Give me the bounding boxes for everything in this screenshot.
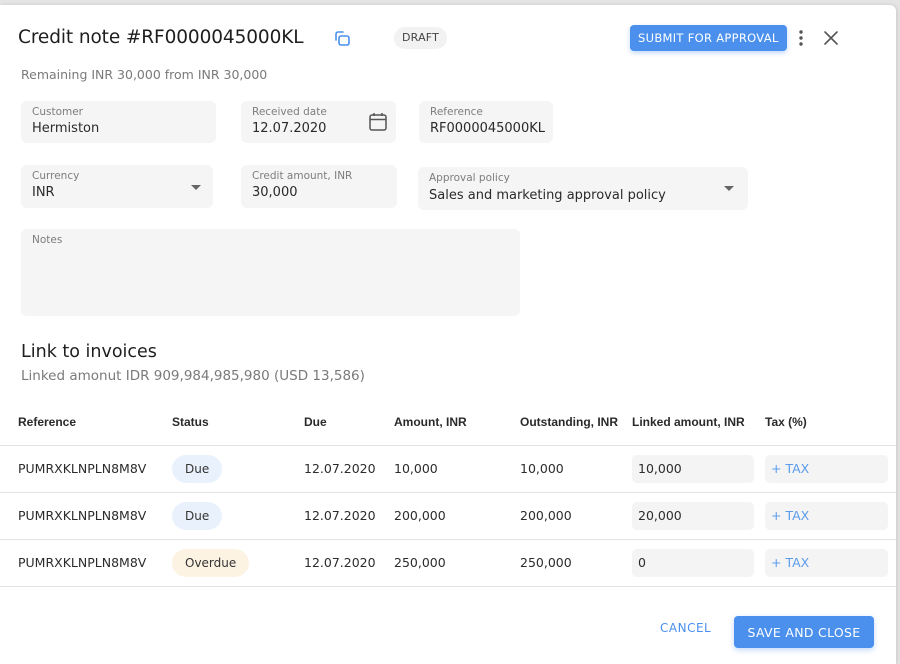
copy-icon[interactable] [332, 29, 352, 49]
column-header-due[interactable]: Due [304, 399, 394, 446]
approval-policy-label: Approval policy [429, 172, 510, 184]
credit-amount-label: Credit amount, INR [252, 170, 353, 182]
save-and-close-button[interactable]: SAVE AND CLOSE [734, 616, 874, 648]
page-title: Credit note #RF0000045000KL [18, 27, 304, 48]
reference-value: RF0000045000KL [430, 121, 545, 136]
invoice-due-date: 12.07.2020 [304, 539, 394, 587]
invoice-outstanding: 250,000 [520, 539, 632, 587]
remaining-amount-text: Remaining INR 30,000 from INR 30,000 [21, 67, 268, 82]
customer-field[interactable]: Customer Hermiston [21, 101, 216, 143]
invoice-due-date: 12.07.2020 [304, 492, 394, 540]
credit-amount-value: 30,000 [252, 185, 298, 200]
invoice-due-date: 12.07.2020 [304, 445, 394, 493]
invoice-amount: 200,000 [394, 492, 520, 540]
close-icon[interactable] [822, 29, 840, 47]
chevron-down-icon [191, 185, 201, 190]
linked-amount-text: Linked amonut IDR 909,984,985,980 (USD 1… [21, 368, 365, 384]
currency-label: Currency [32, 170, 80, 182]
invoice-reference: PUMRXKLNPLN8M8V [0, 539, 172, 587]
chevron-down-icon [724, 186, 734, 191]
approval-policy-value: Sales and marketing approval policy [429, 188, 666, 203]
column-header-linked-amount[interactable]: Linked amount, INR [632, 399, 765, 446]
link-to-invoices-heading: Link to invoices [21, 342, 157, 362]
currency-select[interactable]: Currency INR [21, 165, 213, 208]
invoice-amount: 10,000 [394, 445, 520, 493]
add-tax-button[interactable]: + TAX [765, 548, 888, 577]
linked-amount-input[interactable]: 10,000 [632, 454, 754, 483]
table-row[interactable]: PUMRXKLNPLN8M8V Due 12.07.2020 10,000 10… [0, 445, 896, 493]
customer-label: Customer [32, 106, 84, 118]
currency-value: INR [32, 185, 55, 200]
column-header-amount[interactable]: Amount, INR [394, 399, 520, 446]
status-pill: Due [172, 454, 223, 483]
invoices-table: Reference Status Due Amount, INR Outstan… [0, 399, 896, 587]
add-tax-button[interactable]: + TAX [765, 454, 888, 483]
notes-label: Notes [32, 234, 63, 246]
cancel-button[interactable]: CANCEL [660, 621, 711, 635]
customer-value: Hermiston [32, 121, 100, 136]
table-header-row: Reference Status Due Amount, INR Outstan… [0, 399, 896, 446]
column-header-reference[interactable]: Reference [0, 399, 172, 446]
credit-amount-field[interactable]: Credit amount, INR 30,000 [241, 165, 397, 208]
dialog-header: Credit note #RF0000045000KL DRAFT SUBMIT… [18, 23, 896, 55]
linked-amount-input[interactable]: 0 [632, 548, 754, 577]
reference-field[interactable]: Reference RF0000045000KL [419, 101, 553, 143]
status-pill: Due [172, 501, 223, 530]
received-date-value: 12.07.2020 [252, 121, 327, 136]
invoice-reference: PUMRXKLNPLN8M8V [0, 445, 172, 493]
column-header-outstanding[interactable]: Outstanding, INR [520, 399, 632, 446]
status-badge: DRAFT [394, 27, 448, 49]
table-row[interactable]: PUMRXKLNPLN8M8V Due 12.07.2020 200,000 2… [0, 492, 896, 540]
table-row[interactable]: PUMRXKLNPLN8M8V Overdue 12.07.2020 250,0… [0, 539, 896, 587]
invoice-amount: 250,000 [394, 539, 520, 587]
approval-policy-select[interactable]: Approval policy Sales and marketing appr… [418, 167, 748, 210]
invoice-reference: PUMRXKLNPLN8M8V [0, 492, 172, 540]
invoice-outstanding: 200,000 [520, 492, 632, 540]
credit-note-dialog: Credit note #RF0000045000KL DRAFT SUBMIT… [0, 5, 896, 664]
reference-label: Reference [430, 106, 483, 118]
submit-for-approval-button[interactable]: SUBMIT FOR APPROVAL [630, 25, 787, 51]
notes-textarea[interactable]: Notes [21, 229, 520, 316]
add-tax-button[interactable]: + TAX [765, 501, 888, 530]
column-header-status[interactable]: Status [172, 399, 304, 446]
received-date-field[interactable]: Received date 12.07.2020 [241, 101, 396, 143]
invoice-outstanding: 10,000 [520, 445, 632, 493]
received-date-label: Received date [252, 106, 327, 118]
column-header-tax[interactable]: Tax (%) [765, 399, 896, 446]
more-vertical-icon[interactable] [794, 29, 808, 47]
linked-amount-input[interactable]: 20,000 [632, 501, 754, 530]
status-pill: Overdue [172, 548, 250, 577]
calendar-icon[interactable] [368, 111, 388, 133]
